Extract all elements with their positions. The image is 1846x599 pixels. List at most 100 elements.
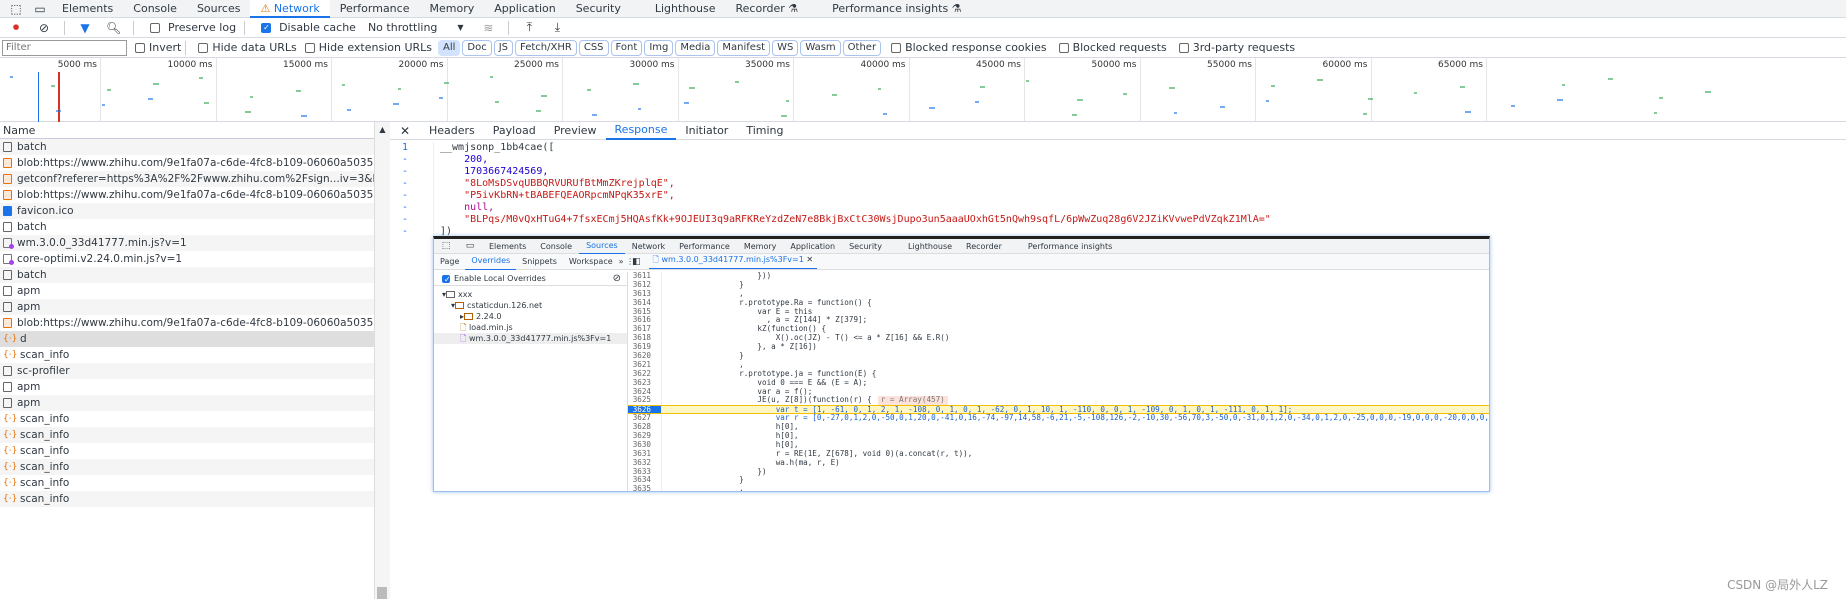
third-party-checkbox[interactable]	[1178, 42, 1189, 53]
hide-data-urls-checkbox[interactable]	[198, 42, 209, 53]
request-row[interactable]: blob:https://www.zhihu.com/9e1fa07a-c6de…	[0, 187, 374, 203]
document-icon	[3, 302, 12, 312]
timeline-bar	[1077, 99, 1083, 101]
tab-response[interactable]: Response	[605, 121, 677, 140]
embedded-subtab-snippets: Snippets	[522, 256, 557, 266]
inline-value-tooltip: r = Array(457)	[877, 396, 948, 406]
filter-type-fetch-xhr[interactable]: Fetch/XHR	[515, 39, 577, 56]
request-row[interactable]: apm	[0, 299, 374, 315]
tab-lighthouse[interactable]: Lighthouse	[645, 0, 726, 18]
request-row[interactable]: {·} scan_info	[0, 427, 374, 443]
timeline-bar	[245, 111, 251, 113]
tab-console[interactable]: Console	[123, 0, 187, 18]
request-row[interactable]: batch	[0, 219, 374, 235]
upload-icon[interactable]: ⤒	[522, 20, 536, 35]
filter-type-media[interactable]: Media	[675, 39, 716, 56]
clear-icon[interactable]: ⊘	[37, 21, 51, 35]
filter-type-js[interactable]: JS	[493, 39, 514, 56]
tab-label: Application	[494, 1, 556, 15]
chevron-down-icon[interactable]: ▼	[453, 23, 467, 32]
name-column-header[interactable]: Name	[0, 122, 374, 139]
experimental-flask-icon: ⚗	[784, 1, 799, 15]
request-list-scrollbar[interactable]: ▲	[375, 122, 390, 599]
preserve-log-checkbox[interactable]	[150, 22, 160, 33]
folder-icon: ▾	[442, 290, 458, 299]
request-row[interactable]: apm	[0, 395, 374, 411]
tab-payload[interactable]: Payload	[484, 122, 545, 139]
request-row[interactable]: {·} scan_info	[0, 459, 374, 475]
hide-extension-urls-checkbox[interactable]	[304, 42, 315, 53]
request-row[interactable]: getconf?referer=https%3A%2F%2Fwww.zhihu.…	[0, 171, 374, 187]
timeline-tick-label: 30000 ms	[629, 60, 675, 70]
request-list: Name batch blob:https://www.zhihu.com/9e1…	[0, 122, 375, 599]
code-text: "BLPqs/M0vQxHTuG4+7fsxECmj5HQAsfKk+9OJEU…	[440, 214, 1271, 225]
filter-input[interactable]	[2, 39, 127, 56]
blocked-cookies-label: Blocked response cookies	[905, 41, 1047, 54]
request-row[interactable]: {·} scan_info	[0, 443, 374, 459]
script-icon	[3, 238, 14, 249]
blocked-requests-checkbox[interactable]	[1058, 42, 1069, 53]
filter-type-ws[interactable]: WS	[772, 39, 799, 56]
filter-icon[interactable]: ▼	[78, 21, 92, 35]
filter-type-other[interactable]: Other	[842, 39, 882, 56]
request-row[interactable]: core-optimi.v2.24.0.min.js?v=1	[0, 251, 374, 267]
disable-cache-checkbox[interactable]	[261, 22, 272, 33]
gutter	[420, 214, 434, 226]
tab-network[interactable]: ⚠ Network	[250, 0, 330, 18]
request-row[interactable]: apm	[0, 379, 374, 395]
filter-type-doc[interactable]: Doc	[462, 39, 492, 56]
tab-timing[interactable]: Timing	[737, 122, 792, 139]
filter-type-all[interactable]: All	[438, 39, 461, 56]
timeline-bar	[107, 89, 111, 91]
inspect-element-icon: ⬚	[441, 241, 451, 251]
device-toolbar-icon[interactable]: ▭	[33, 2, 47, 16]
filter-type-font[interactable]: Font	[610, 39, 643, 56]
tab-memory[interactable]: Memory	[419, 0, 484, 18]
tab-sources[interactable]: Sources	[187, 0, 251, 18]
tab-preview[interactable]: Preview	[545, 122, 606, 139]
request-row[interactable]: {·} scan_info	[0, 411, 374, 427]
filter-type-css[interactable]: CSS	[578, 39, 609, 56]
tab-headers[interactable]: Headers	[420, 122, 484, 139]
download-icon[interactable]: ⤓	[550, 20, 564, 35]
inspect-element-icon[interactable]: ⬚	[9, 2, 23, 16]
request-row[interactable]: {·} d	[0, 331, 374, 347]
throttling-select[interactable]: No throttling	[368, 21, 437, 34]
timeline-bar	[541, 95, 547, 97]
tab-application[interactable]: Application	[484, 0, 565, 18]
line-number: -	[401, 178, 408, 189]
invert-checkbox[interactable]	[135, 42, 145, 53]
tab-performance-insights[interactable]: Performance insights ⚗	[822, 0, 971, 18]
tab-performance[interactable]: Performance	[330, 0, 420, 18]
request-row[interactable]: sc-profiler	[0, 363, 374, 379]
timeline-tick-label: 45000 ms	[976, 60, 1021, 70]
tab-security[interactable]: Security	[566, 0, 631, 18]
filter-type-manifest[interactable]: Manifest	[717, 39, 771, 56]
search-icon[interactable]: 🔍︎	[106, 21, 121, 35]
record-icon[interactable]: ⏺	[9, 20, 23, 35]
network-overview-timeline[interactable]: 5000 ms 10000 ms 15000 ms 20000 ms 25000 ms 3…	[0, 58, 1846, 122]
tab-elements[interactable]: Elements	[52, 0, 123, 18]
request-row[interactable]: {·} scan_info	[0, 347, 374, 363]
tab-initiator[interactable]: Initiator	[676, 122, 737, 139]
request-row[interactable]: wm.3.0.0_33d41777.min.js?v=1	[0, 235, 374, 251]
blocked-cookies-checkbox[interactable]	[891, 42, 902, 53]
request-row[interactable]: {·} scan_info	[0, 475, 374, 491]
embedded-tab-recorder: Recorder	[966, 241, 1002, 251]
filter-type-wasm[interactable]: Wasm	[800, 39, 841, 56]
request-row[interactable]: favicon.ico	[0, 203, 374, 219]
request-row[interactable]: {·} scan_info	[0, 491, 374, 507]
timeline-tick-label: 10000 ms	[167, 60, 213, 70]
filter-type-img[interactable]: Img	[644, 39, 674, 56]
source-line: 3633 })	[628, 467, 1489, 477]
close-icon[interactable]: ✕	[398, 124, 412, 138]
timeline-gridline	[677, 58, 679, 121]
request-row[interactable]: batch	[0, 139, 374, 155]
request-row[interactable]: blob:https://www.zhihu.com/9e1fa07a-c6de…	[0, 155, 374, 171]
network-conditions-icon[interactable]: ≋	[481, 21, 495, 35]
timeline-bar	[1271, 85, 1275, 87]
request-row[interactable]: batch	[0, 267, 374, 283]
tab-recorder[interactable]: Recorder ⚗	[726, 0, 809, 18]
request-row[interactable]: apm	[0, 283, 374, 299]
request-row[interactable]: blob:https://www.zhihu.com/9e1fa07a-c6de…	[0, 315, 374, 331]
